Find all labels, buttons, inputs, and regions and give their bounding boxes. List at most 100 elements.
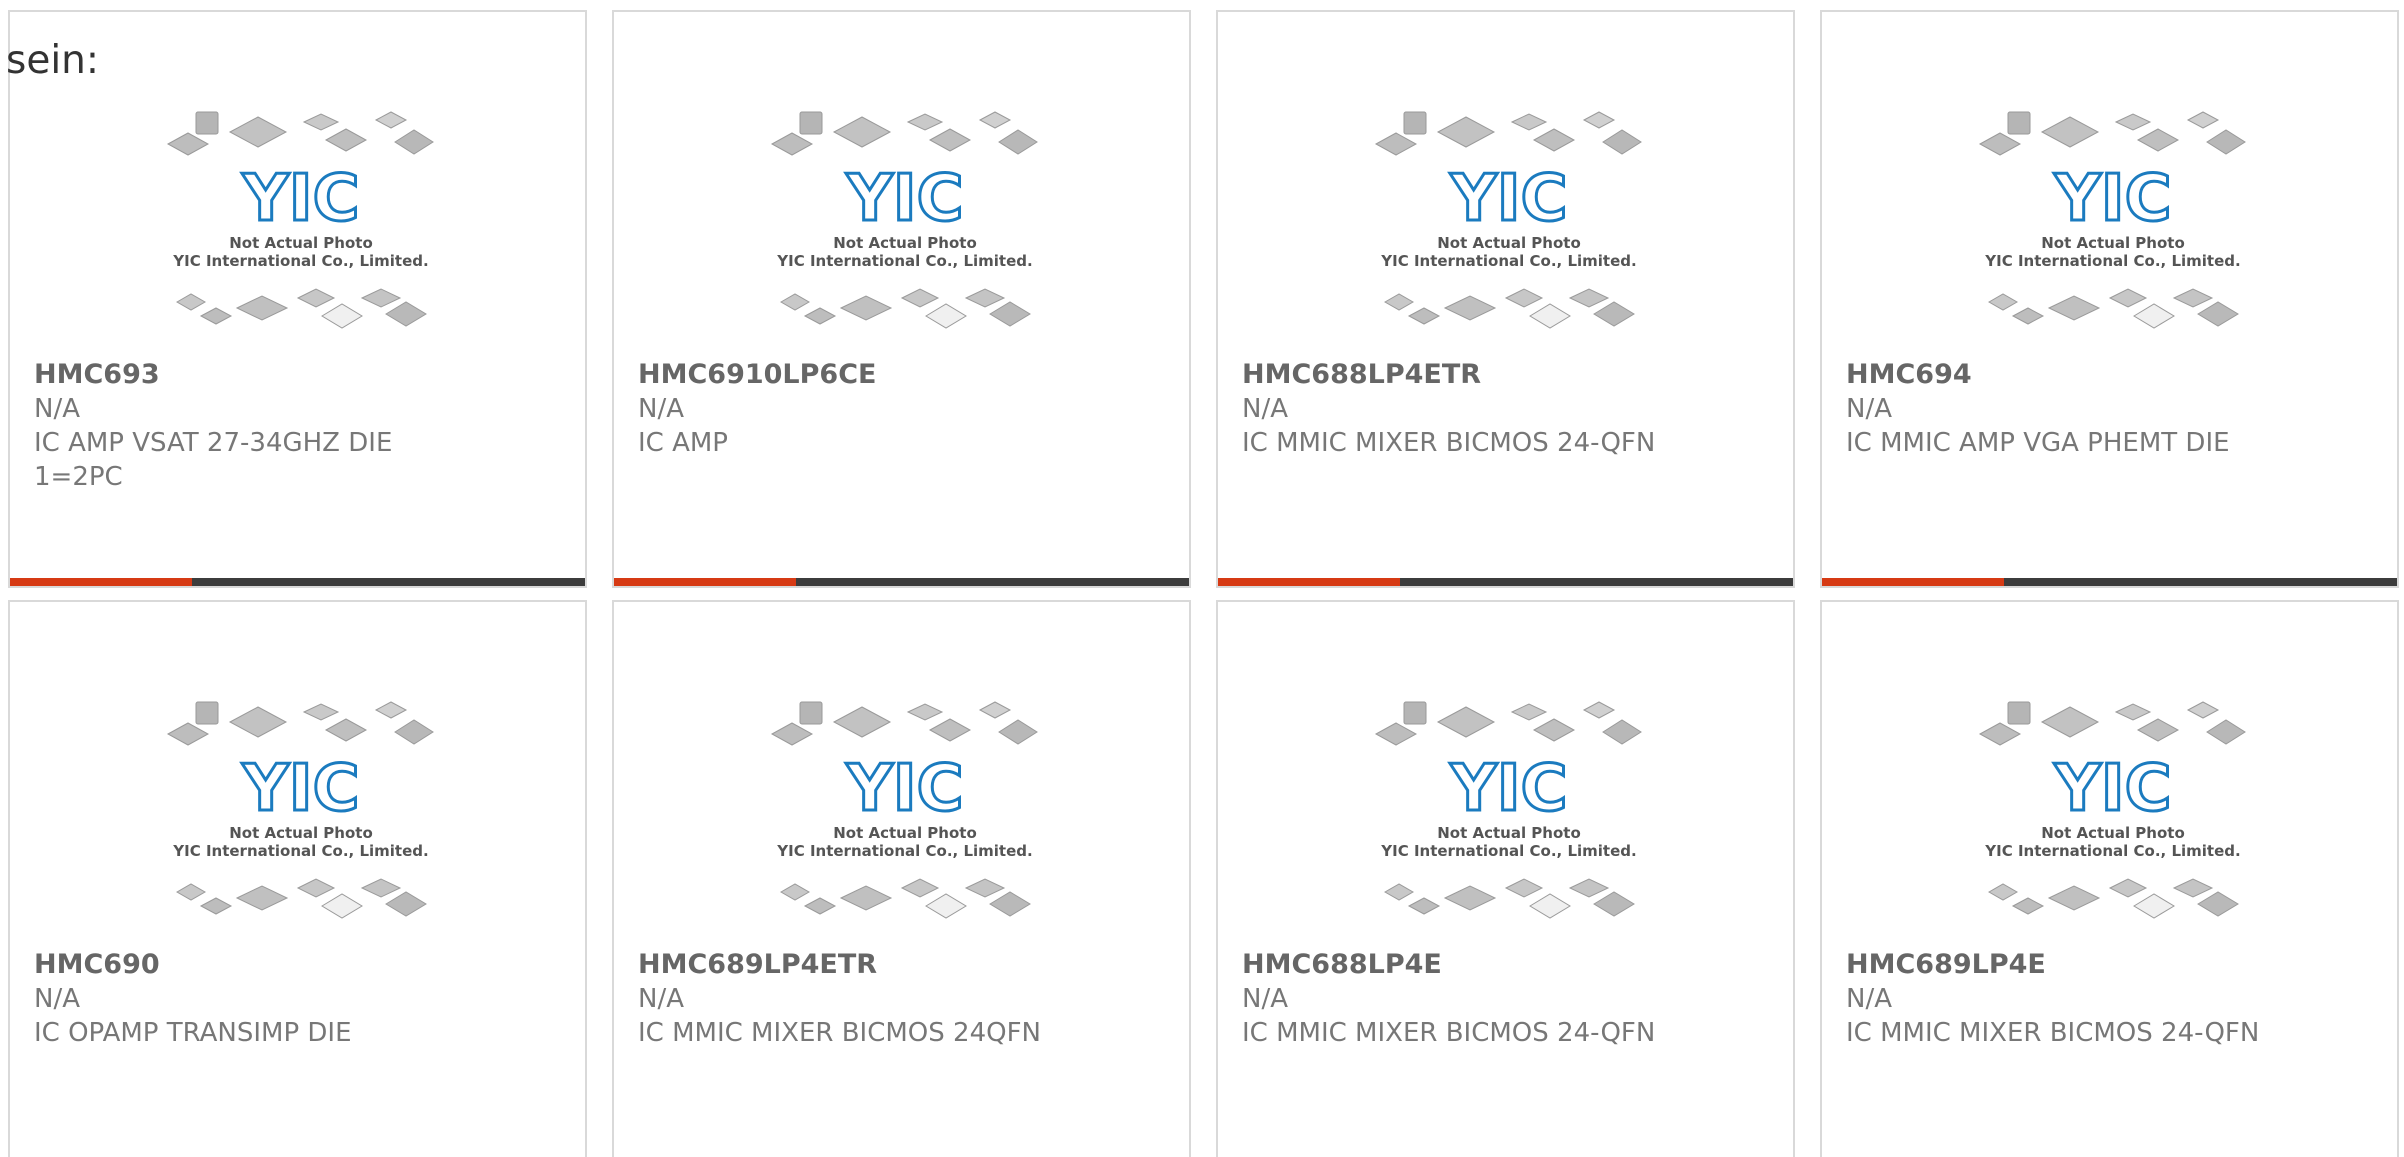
yic-logo-icon: YIC <box>845 752 963 826</box>
product-stock: N/A <box>638 984 684 1014</box>
photo-disclaimer: Not Actual Photo <box>833 824 977 842</box>
product-photo-placeholder: YIC Not Actual Photo YIC International Co.… <box>1374 692 1644 932</box>
card-accent-bar <box>1822 578 2004 586</box>
card-bottom-bar <box>614 578 1189 586</box>
product-description: IC MMIC MIXER BICMOS 24QFN <box>638 1018 1041 1048</box>
product-card[interactable]: YIC Not Actual Photo YIC International Co.… <box>1216 600 1795 1157</box>
product-stock: N/A <box>1846 394 1892 424</box>
chip-packages-icon <box>1987 288 2239 329</box>
chip-packages-icon <box>1978 701 2246 746</box>
yic-placeholder-image: YICNot Actual PhotoYIC International Co.… <box>1978 701 2246 919</box>
card-bottom-bar <box>1218 578 1793 586</box>
product-part-number[interactable]: HMC690 <box>34 948 575 982</box>
yic-placeholder-image: YICNot Actual PhotoYIC International Co.… <box>770 701 1038 919</box>
product-info: HMC689LP4E N/A IC MMIC MIXER BICMOS 24-Q… <box>1846 948 2387 1050</box>
yic-placeholder-image: YICNot Actual PhotoYIC International Co.… <box>166 111 434 329</box>
product-stock: N/A <box>1846 984 1892 1014</box>
chip-packages-icon <box>779 288 1031 329</box>
yic-placeholder-image: YICNot Actual PhotoYIC International Co.… <box>1374 111 1642 329</box>
product-part-number[interactable]: HMC688LP4ETR <box>1242 358 1783 392</box>
product-part-number[interactable]: HMC688LP4E <box>1242 948 1783 982</box>
card-bottom-bar <box>10 578 585 586</box>
chip-packages-icon <box>770 701 1038 746</box>
product-part-number[interactable]: HMC689LP4E <box>1846 948 2387 982</box>
photo-disclaimer: Not Actual Photo <box>2041 824 2185 842</box>
yic-logo-icon: YIC <box>1449 752 1567 826</box>
product-info: HMC694 N/A IC MMIC AMP VGA PHEMT DIE <box>1846 358 2387 460</box>
yic-placeholder-image: YICNot Actual PhotoYIC International Co.… <box>166 701 434 919</box>
yic-logo-icon: YIC <box>241 752 359 826</box>
photo-disclaimer: Not Actual Photo <box>1437 824 1581 842</box>
intro-text: sein: <box>6 38 100 83</box>
product-stock: N/A <box>1242 984 1288 1014</box>
yic-placeholder-image: YICNot Actual PhotoYIC International Co.… <box>1978 111 2246 329</box>
yic-placeholder-image: YICNot Actual PhotoYIC International Co.… <box>770 111 1038 329</box>
product-photo-placeholder: YIC Not Actual Photo YIC International Co.… <box>770 102 1040 342</box>
photo-disclaimer: Not Actual Photo <box>229 824 373 842</box>
product-photo-placeholder: YIC Not Actual Photo YIC International Co.… <box>1978 692 2248 932</box>
product-card[interactable]: YIC Not Actual Photo YIC International Co.… <box>612 10 1191 588</box>
chip-packages-icon <box>1383 288 1635 329</box>
product-card[interactable]: YIC Not Actual Photo YIC International Co.… <box>8 10 587 588</box>
yic-logo-icon: YIC <box>2053 162 2171 236</box>
product-card[interactable]: YIC Not Actual Photo YIC International Co.… <box>8 600 587 1157</box>
product-info: HMC693 N/A IC AMP VSAT 27-34GHZ DIE 1=2P… <box>34 358 575 494</box>
product-stock: N/A <box>34 394 80 424</box>
product-grid-page: sein: YIC Not Actual Photo YIC Internation… <box>0 0 2404 1157</box>
product-part-number[interactable]: HMC6910LP6CE <box>638 358 1179 392</box>
chip-packages-icon <box>1987 878 2239 919</box>
photo-company-name: YIC International Co., Limited. <box>1984 842 2240 860</box>
product-part-number[interactable]: HMC694 <box>1846 358 2387 392</box>
photo-disclaimer: Not Actual Photo <box>1437 234 1581 252</box>
chip-packages-icon <box>166 701 434 746</box>
photo-company-name: YIC International Co., Limited. <box>776 842 1032 860</box>
chip-packages-icon <box>175 288 427 329</box>
yic-logo-icon: YIC <box>2053 752 2171 826</box>
chip-packages-icon <box>1383 878 1635 919</box>
product-description: IC MMIC AMP VGA PHEMT DIE <box>1846 428 2230 458</box>
product-info: HMC689LP4ETR N/A IC MMIC MIXER BICMOS 24… <box>638 948 1179 1050</box>
product-photo-placeholder: YIC Not Actual Photo YIC International Co.… <box>1978 102 2248 342</box>
photo-company-name: YIC International Co., Limited. <box>1984 252 2240 270</box>
product-description: IC AMP <box>638 428 728 458</box>
card-accent-bar <box>1218 578 1400 586</box>
product-part-number[interactable]: HMC689LP4ETR <box>638 948 1179 982</box>
product-stock: N/A <box>34 984 80 1014</box>
product-description: IC MMIC MIXER BICMOS 24-QFN <box>1242 1018 1656 1048</box>
product-card[interactable]: YIC Not Actual Photo YIC International Co.… <box>1216 10 1795 588</box>
product-info: HMC6910LP6CE N/A IC AMP <box>638 358 1179 460</box>
product-card[interactable]: YIC Not Actual Photo YIC International Co.… <box>612 600 1191 1157</box>
chip-packages-icon <box>166 111 434 156</box>
product-photo-placeholder: YIC Not Actual Photo YIC International Co.… <box>166 102 436 342</box>
photo-company-name: YIC International Co., Limited. <box>776 252 1032 270</box>
product-card[interactable]: YIC Not Actual Photo YIC International Co.… <box>1820 10 2399 588</box>
photo-company-name: YIC International Co., Limited. <box>172 252 428 270</box>
product-photo-placeholder: YIC Not Actual Photo YIC International Co.… <box>770 692 1040 932</box>
photo-disclaimer: Not Actual Photo <box>833 234 977 252</box>
yic-logo-icon: YIC <box>845 162 963 236</box>
product-card[interactable]: YIC Not Actual Photo YIC International Co.… <box>1820 600 2399 1157</box>
photo-company-name: YIC International Co., Limited. <box>1380 252 1636 270</box>
chip-packages-icon <box>175 878 427 919</box>
chip-packages-icon <box>1374 111 1642 156</box>
chip-packages-icon <box>1374 701 1642 746</box>
card-accent-bar <box>614 578 796 586</box>
yic-logo-icon: YIC <box>1449 162 1567 236</box>
photo-disclaimer: Not Actual Photo <box>2041 234 2185 252</box>
product-description: IC OPAMP TRANSIMP DIE <box>34 1018 352 1048</box>
product-description: IC MMIC MIXER BICMOS 24-QFN <box>1242 428 1656 458</box>
chip-packages-icon <box>1978 111 2246 156</box>
product-photo-placeholder: YIC Not Actual Photo YIC International Co.… <box>166 692 436 932</box>
card-bottom-bar <box>1822 578 2397 586</box>
product-stock: N/A <box>1242 394 1288 424</box>
chip-packages-icon <box>770 111 1038 156</box>
photo-disclaimer: Not Actual Photo <box>229 234 373 252</box>
photo-company-name: YIC International Co., Limited. <box>1380 842 1636 860</box>
product-part-number[interactable]: HMC693 <box>34 358 575 392</box>
yic-placeholder-image: YICNot Actual PhotoYIC International Co.… <box>1374 701 1642 919</box>
yic-logo-icon: YIC <box>241 162 359 236</box>
product-extra: 1=2PC <box>34 462 123 492</box>
product-photo-placeholder: YIC Not Actual Photo YIC International Co.… <box>1374 102 1644 342</box>
product-description: IC MMIC MIXER BICMOS 24-QFN <box>1846 1018 2260 1048</box>
product-info: HMC690 N/A IC OPAMP TRANSIMP DIE <box>34 948 575 1050</box>
